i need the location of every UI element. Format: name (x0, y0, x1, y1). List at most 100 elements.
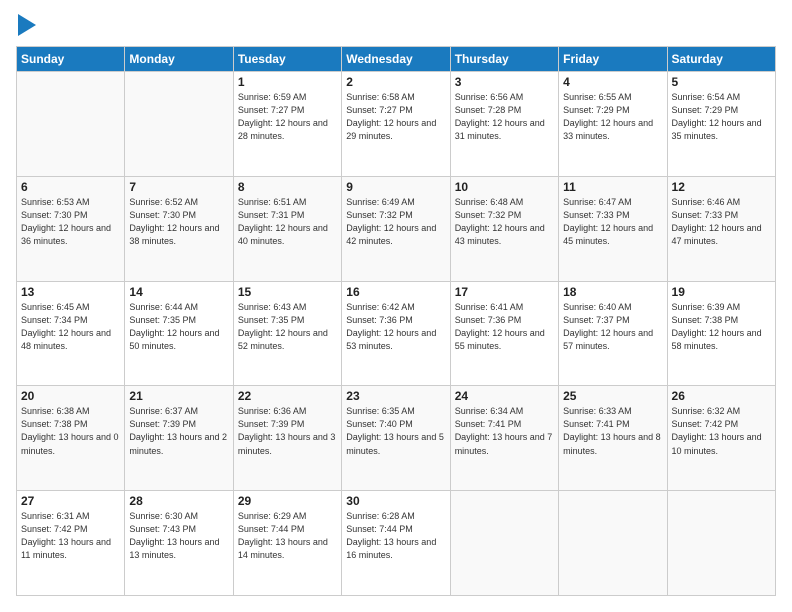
calendar-cell: 2 Sunrise: 6:58 AMSunset: 7:27 PMDaylight… (342, 72, 450, 177)
day-info: Sunrise: 6:33 AMSunset: 7:41 PMDaylight:… (563, 405, 662, 457)
day-number: 9 (346, 180, 445, 194)
calendar-cell: 14 Sunrise: 6:44 AMSunset: 7:35 PMDayligh… (125, 281, 233, 386)
day-number: 14 (129, 285, 228, 299)
day-info: Sunrise: 6:46 AMSunset: 7:33 PMDaylight:… (672, 196, 771, 248)
calendar-page: SundayMondayTuesdayWednesdayThursdayFrid… (0, 0, 792, 612)
day-number: 15 (238, 285, 337, 299)
week-row-5: 27 Sunrise: 6:31 AMSunset: 7:42 PMDayligh… (17, 491, 776, 596)
day-info: Sunrise: 6:28 AMSunset: 7:44 PMDaylight:… (346, 510, 445, 562)
header (16, 16, 776, 36)
calendar-cell: 4Sunrise: 6:55 AMSunset: 7:29 PMDaylight… (559, 72, 667, 177)
day-info: Sunrise: 6:58 AMSunset: 7:27 PMDaylight:… (346, 91, 445, 143)
calendar-cell: 19 Sunrise: 6:39 AMSunset: 7:38 PMDayligh… (667, 281, 775, 386)
day-info: Sunrise: 6:47 AMSunset: 7:33 PMDaylight:… (563, 196, 662, 248)
day-number: 16 (346, 285, 445, 299)
day-info: Sunrise: 6:51 AMSunset: 7:31 PMDaylight:… (238, 196, 337, 248)
day-number: 18 (563, 285, 662, 299)
day-info: Sunrise: 6:53 AMSunset: 7:30 PMDaylight:… (21, 196, 120, 248)
calendar-table: SundayMondayTuesdayWednesdayThursdayFrid… (16, 46, 776, 596)
calendar-cell (17, 72, 125, 177)
day-info: Sunrise: 6:32 AMSunset: 7:42 PMDaylight:… (672, 405, 771, 457)
weekday-header-monday: Monday (125, 47, 233, 72)
calendar-cell (450, 491, 558, 596)
calendar-cell: 6 Sunrise: 6:53 AMSunset: 7:30 PMDaylight… (17, 176, 125, 281)
week-row-3: 13Sunrise: 6:45 AMSunset: 7:34 PMDayligh… (17, 281, 776, 386)
calendar-cell: 22 Sunrise: 6:36 AMSunset: 7:39 PMDayligh… (233, 386, 341, 491)
logo-icon (18, 14, 36, 36)
calendar-cell: 23Sunrise: 6:35 AMSunset: 7:40 PMDayligh… (342, 386, 450, 491)
weekday-header-wednesday: Wednesday (342, 47, 450, 72)
calendar-cell: 17 Sunrise: 6:41 AMSunset: 7:36 PMDayligh… (450, 281, 558, 386)
day-info: Sunrise: 6:30 AMSunset: 7:43 PMDaylight:… (129, 510, 228, 562)
day-number: 25 (563, 389, 662, 403)
day-info: Sunrise: 6:41 AMSunset: 7:36 PMDaylight:… (455, 301, 554, 353)
day-info: Sunrise: 6:56 AMSunset: 7:28 PMDaylight:… (455, 91, 554, 143)
day-number: 12 (672, 180, 771, 194)
day-number: 24 (455, 389, 554, 403)
day-number: 8 (238, 180, 337, 194)
weekday-header-friday: Friday (559, 47, 667, 72)
calendar-cell (125, 72, 233, 177)
calendar-cell: 24 Sunrise: 6:34 AMSunset: 7:41 PMDayligh… (450, 386, 558, 491)
weekday-header-tuesday: Tuesday (233, 47, 341, 72)
calendar-cell: 20 Sunrise: 6:38 AMSunset: 7:38 PMDayligh… (17, 386, 125, 491)
day-info: Sunrise: 6:34 AMSunset: 7:41 PMDaylight:… (455, 405, 554, 457)
calendar-cell (667, 491, 775, 596)
day-info: Sunrise: 6:52 AMSunset: 7:30 PMDaylight:… (129, 196, 228, 248)
calendar-cell: 27 Sunrise: 6:31 AMSunset: 7:42 PMDayligh… (17, 491, 125, 596)
day-info: Sunrise: 6:36 AMSunset: 7:39 PMDaylight:… (238, 405, 337, 457)
day-number: 22 (238, 389, 337, 403)
day-number: 2 (346, 75, 445, 89)
day-info: Sunrise: 6:29 AMSunset: 7:44 PMDaylight:… (238, 510, 337, 562)
day-number: 30 (346, 494, 445, 508)
calendar-cell: 30 Sunrise: 6:28 AMSunset: 7:44 PMDayligh… (342, 491, 450, 596)
weekday-header-row: SundayMondayTuesdayWednesdayThursdayFrid… (17, 47, 776, 72)
day-info: Sunrise: 6:48 AMSunset: 7:32 PMDaylight:… (455, 196, 554, 248)
calendar-cell: 3 Sunrise: 6:56 AMSunset: 7:28 PMDaylight… (450, 72, 558, 177)
day-number: 5 (672, 75, 771, 89)
calendar-cell: 25 Sunrise: 6:33 AMSunset: 7:41 PMDayligh… (559, 386, 667, 491)
calendar-cell: 9 Sunrise: 6:49 AMSunset: 7:32 PMDaylight… (342, 176, 450, 281)
day-number: 13 (21, 285, 120, 299)
day-number: 19 (672, 285, 771, 299)
calendar-cell: 11 Sunrise: 6:47 AMSunset: 7:33 PMDayligh… (559, 176, 667, 281)
day-number: 27 (21, 494, 120, 508)
day-number: 26 (672, 389, 771, 403)
day-number: 21 (129, 389, 228, 403)
day-number: 10 (455, 180, 554, 194)
day-info: Sunrise: 6:39 AMSunset: 7:38 PMDaylight:… (672, 301, 771, 353)
day-number: 7 (129, 180, 228, 194)
calendar-cell: 15Sunrise: 6:43 AMSunset: 7:35 PMDayligh… (233, 281, 341, 386)
calendar-cell: 7 Sunrise: 6:52 AMSunset: 7:30 PMDaylight… (125, 176, 233, 281)
day-number: 6 (21, 180, 120, 194)
week-row-2: 6 Sunrise: 6:53 AMSunset: 7:30 PMDaylight… (17, 176, 776, 281)
calendar-cell: 8 Sunrise: 6:51 AMSunset: 7:31 PMDaylight… (233, 176, 341, 281)
day-number: 11 (563, 180, 662, 194)
logo (16, 16, 36, 36)
weekday-header-sunday: Sunday (17, 47, 125, 72)
day-info: Sunrise: 6:49 AMSunset: 7:32 PMDaylight:… (346, 196, 445, 248)
day-number: 20 (21, 389, 120, 403)
day-info: Sunrise: 6:38 AMSunset: 7:38 PMDaylight:… (21, 405, 120, 457)
day-number: 4 (563, 75, 662, 89)
day-info: Sunrise: 6:31 AMSunset: 7:42 PMDaylight:… (21, 510, 120, 562)
calendar-cell (559, 491, 667, 596)
calendar-cell: 12 Sunrise: 6:46 AMSunset: 7:33 PMDayligh… (667, 176, 775, 281)
weekday-header-thursday: Thursday (450, 47, 558, 72)
day-number: 1 (238, 75, 337, 89)
calendar-cell: 10 Sunrise: 6:48 AMSunset: 7:32 PMDayligh… (450, 176, 558, 281)
week-row-4: 20 Sunrise: 6:38 AMSunset: 7:38 PMDayligh… (17, 386, 776, 491)
day-number: 3 (455, 75, 554, 89)
day-info: Sunrise: 6:44 AMSunset: 7:35 PMDaylight:… (129, 301, 228, 353)
day-info: Sunrise: 6:40 AMSunset: 7:37 PMDaylight:… (563, 301, 662, 353)
calendar-cell: 28 Sunrise: 6:30 AMSunset: 7:43 PMDayligh… (125, 491, 233, 596)
day-number: 17 (455, 285, 554, 299)
day-number: 23 (346, 389, 445, 403)
calendar-cell: 26 Sunrise: 6:32 AMSunset: 7:42 PMDayligh… (667, 386, 775, 491)
weekday-header-saturday: Saturday (667, 47, 775, 72)
calendar-cell: 29Sunrise: 6:29 AMSunset: 7:44 PMDayligh… (233, 491, 341, 596)
day-number: 28 (129, 494, 228, 508)
calendar-cell: 13Sunrise: 6:45 AMSunset: 7:34 PMDayligh… (17, 281, 125, 386)
day-info: Sunrise: 6:42 AMSunset: 7:36 PMDaylight:… (346, 301, 445, 353)
calendar-cell: 5Sunrise: 6:54 AMSunset: 7:29 PMDaylight… (667, 72, 775, 177)
